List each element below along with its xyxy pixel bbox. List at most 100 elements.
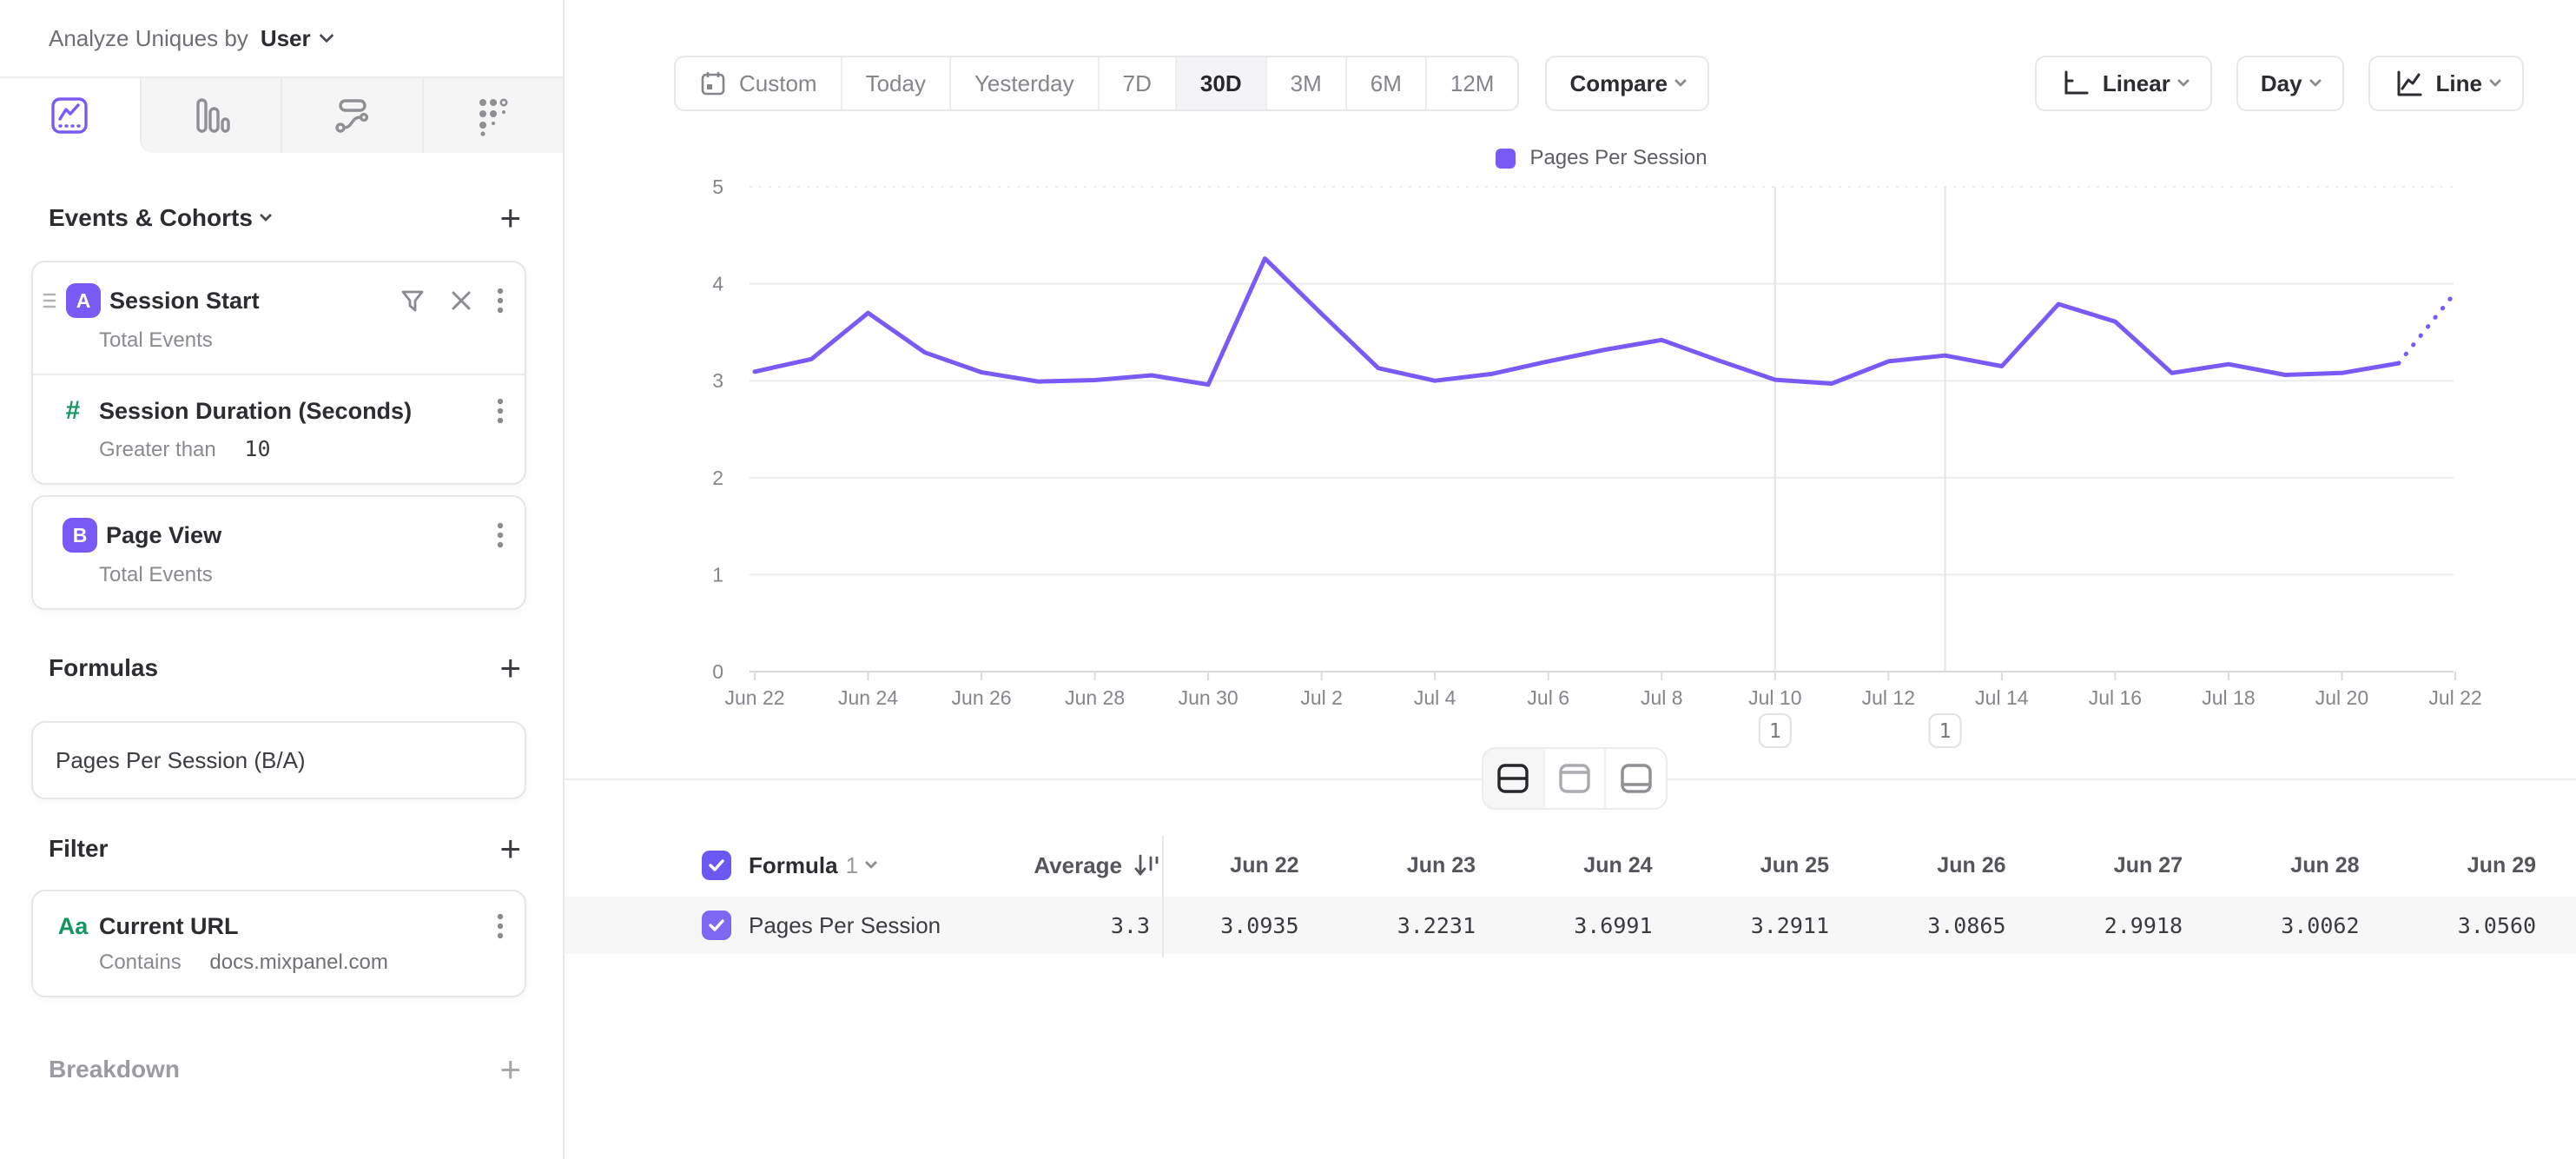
chevron-down-icon (2177, 75, 2190, 87)
x-axis-label: Jun 22 (724, 686, 784, 709)
layout-chart-only-button[interactable] (1543, 749, 1605, 808)
formula-index: 1 (846, 852, 858, 879)
average-column-header[interactable]: Average (1034, 852, 1122, 879)
add-formula-button[interactable]: + (494, 650, 526, 686)
select-all-checkbox[interactable] (702, 851, 731, 880)
tab-retention[interactable] (422, 78, 564, 153)
x-axis-label: Jul 14 (1975, 686, 2029, 709)
formulas-title: Formulas (49, 654, 158, 682)
x-axis-label: Jul 6 (1527, 686, 1569, 709)
date-column-header[interactable]: Jun 27 (2046, 853, 2223, 878)
table-cell-value: 3.0560 (2400, 913, 2576, 938)
date-column-header[interactable]: Jun 26 (1869, 853, 2046, 878)
bar-chart-icon (188, 93, 234, 138)
property-name[interactable]: Session Duration (Seconds) (99, 398, 412, 425)
granularity-button[interactable]: Day (2236, 56, 2344, 111)
sort-descending-icon[interactable] (1133, 851, 1162, 880)
sidebar: Analyze Uniques by User (0, 0, 565, 1159)
kebab-menu-icon[interactable] (497, 397, 504, 425)
annotation-badge-label: 1 (1769, 720, 1781, 743)
layout-toggle (1482, 747, 1668, 810)
kebab-menu-icon[interactable] (497, 287, 504, 315)
numeric-property-icon: # (56, 396, 90, 426)
table-cell-value: 3.0062 (2223, 913, 2400, 938)
events-cohorts-title[interactable]: Events & Cohorts (49, 204, 253, 232)
layout-split-button[interactable] (1483, 749, 1543, 808)
x-axis-label: Jul 8 (1641, 686, 1683, 709)
table-cell-value: 3.0865 (1869, 913, 2046, 938)
tab-flows[interactable] (281, 78, 422, 153)
chevron-down-icon[interactable] (865, 857, 877, 869)
range-yesterday[interactable]: Yesterday (949, 57, 1098, 109)
breakdown-header: Breakdown + (49, 1051, 526, 1088)
close-icon[interactable] (450, 289, 472, 312)
range-6m[interactable]: 6M (1345, 57, 1425, 109)
date-column-header[interactable]: Jun 24 (1516, 853, 1693, 878)
kebab-menu-icon[interactable] (497, 912, 504, 940)
results-table: Formula 1 Average Jun 22Jun 23Jun 24Jun … (565, 841, 2576, 954)
drag-handle-icon[interactable] (42, 290, 59, 311)
calendar-icon (699, 70, 727, 97)
analyze-header: Analyze Uniques by User (0, 0, 563, 78)
event-name[interactable]: Session Start (109, 288, 260, 315)
event-name[interactable]: Page View (106, 522, 221, 549)
table-row[interactable]: Pages Per Session 3.3 3.09353.22313.6991… (565, 897, 2576, 954)
series-line (755, 259, 2399, 385)
range-custom[interactable]: Custom (676, 57, 841, 109)
filter-property-name[interactable]: Current URL (99, 913, 239, 940)
filter-value[interactable]: docs.mixpanel.com (209, 950, 387, 974)
event-letter-badge: B (63, 518, 97, 553)
date-column-header[interactable]: Jun 29 (2400, 853, 2576, 878)
date-range-segmented-control: CustomTodayYesterday7D30D3M6M12M (674, 56, 1519, 111)
chevron-down-icon (319, 29, 334, 43)
event-measurement[interactable]: Total Events (33, 318, 525, 374)
table-cell-value: 3.6991 (1516, 913, 1693, 938)
table-cell-value: 2.9918 (2046, 913, 2223, 938)
chart-type-button[interactable]: Line (2368, 56, 2524, 111)
date-column-header[interactable]: Jun 25 (1693, 853, 1870, 878)
tab-insights[interactable] (0, 78, 140, 153)
table-header-row: Formula 1 Average Jun 22Jun 23Jun 24Jun … (565, 841, 2576, 890)
report-main: CustomTodayYesterday7D30D3M6M12M Compare… (565, 0, 2576, 1159)
x-axis-label: Jul 20 (2315, 686, 2368, 709)
event-measurement[interactable]: Total Events (33, 553, 525, 608)
analyze-value-dropdown[interactable]: User (261, 25, 311, 52)
range-today[interactable]: Today (841, 57, 949, 109)
add-event-button[interactable]: + (494, 200, 526, 236)
filter-operator[interactable]: Contains (99, 950, 182, 974)
property-operator[interactable]: Greater than (99, 438, 216, 461)
layout-table-only-button[interactable] (1604, 749, 1666, 808)
series-line-projected (2399, 293, 2455, 363)
row-average: 3.3 (1111, 913, 1162, 938)
range-12m[interactable]: 12M (1425, 57, 1518, 109)
line-chart[interactable]: 01234511Jun 22Jun 24Jun 26Jun 28Jun 30Ju… (565, 130, 2576, 799)
filter-funnel-icon[interactable] (400, 288, 426, 314)
range-30d[interactable]: 30D (1175, 57, 1265, 109)
retention-dots-icon (471, 93, 516, 138)
add-filter-button[interactable]: + (494, 831, 526, 867)
table-column-divider (1162, 836, 1164, 957)
scale-button[interactable]: Linear (2035, 56, 2212, 111)
date-column-header[interactable]: Jun 23 (1339, 853, 1516, 878)
kebab-menu-icon[interactable] (497, 521, 504, 549)
row-checkbox[interactable] (702, 911, 731, 940)
event-letter-badge: A (66, 283, 101, 318)
date-column-header[interactable]: Jun 22 (1162, 853, 1339, 878)
range-3m[interactable]: 3M (1265, 57, 1345, 109)
formula-card[interactable]: Pages Per Session (B/A) (31, 721, 526, 799)
formula-column-header[interactable]: Formula (749, 852, 838, 879)
tab-funnels[interactable] (140, 78, 281, 153)
y-axis-label: 0 (712, 660, 723, 683)
chevron-down-icon (2308, 75, 2321, 87)
add-breakdown-button[interactable]: + (494, 1051, 526, 1088)
date-column-header[interactable]: Jun 28 (2223, 853, 2400, 878)
property-value[interactable]: 10 (244, 436, 270, 461)
x-axis-label: Jul 4 (1414, 686, 1456, 709)
chart-toolbar: CustomTodayYesterday7D30D3M6M12M Compare… (674, 56, 2524, 111)
compare-button[interactable]: Compare (1545, 56, 1709, 111)
x-axis-label: Jul 10 (1748, 686, 1801, 709)
x-axis-label: Jun 24 (838, 686, 898, 709)
range-7d[interactable]: 7D (1098, 57, 1175, 109)
flows-icon (329, 93, 374, 138)
chevron-down-icon (1674, 75, 1687, 87)
